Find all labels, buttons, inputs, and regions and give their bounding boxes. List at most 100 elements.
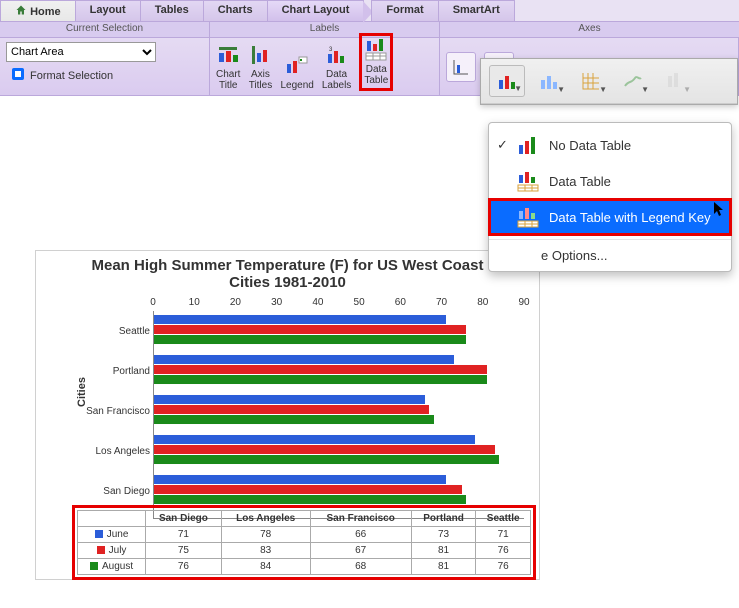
legend-button[interactable]: Legend (280, 54, 313, 91)
x-tick: 30 (271, 297, 282, 308)
chart-element-select[interactable]: Chart Area (6, 42, 156, 62)
table-cell: 76 (476, 559, 531, 575)
axes-popout-btn-4[interactable]: ▼ (615, 65, 651, 97)
chart-category-row: San Francisco (154, 393, 524, 429)
tab-layout[interactable]: Layout (75, 0, 141, 21)
chevron-down-icon: ▼ (641, 85, 649, 94)
x-tick: 60 (395, 297, 406, 308)
x-tick: 20 (230, 297, 241, 308)
category-label: Seattle (37, 326, 150, 337)
chart-area[interactable]: Mean High Summer Temperature (F) for US … (35, 250, 540, 580)
x-tick: 70 (436, 297, 447, 308)
dd-label: No Data Table (549, 138, 631, 153)
data-table-label: Data Table (364, 64, 388, 86)
legend-label: Legend (280, 80, 313, 91)
tab-label: Format (386, 4, 423, 16)
format-selection-button[interactable]: Format Selection (6, 64, 203, 87)
chart-title-label: Chart Title (216, 69, 240, 91)
table-cell: 81 (411, 559, 476, 575)
axis-titles-button[interactable]: Axis Titles (248, 43, 272, 91)
axes-popout-btn-3[interactable]: ▼ (573, 65, 609, 97)
data-labels-button[interactable]: 3 Data Labels (322, 43, 351, 91)
table-header: Los Angeles (221, 511, 310, 527)
chart-title-icon (216, 43, 240, 67)
bar-june (154, 315, 446, 324)
format-selection-label: Format Selection (30, 70, 113, 82)
table-cell: 81 (411, 543, 476, 559)
bar-chart-table-icon (517, 170, 539, 192)
tab-label: Chart Layout (282, 4, 350, 16)
table-row: August7684688176 (78, 559, 531, 575)
axis-titles-label: Axis Titles (249, 69, 273, 91)
chevron-down-icon: ▼ (514, 84, 522, 93)
chart-category-row: San Diego (154, 473, 524, 509)
data-table-button[interactable]: Data Table (359, 33, 393, 91)
bar-july (154, 405, 429, 414)
table-header: San Diego (146, 511, 222, 527)
x-tick: 0 (150, 297, 156, 308)
table-cell: 67 (310, 543, 411, 559)
dd-no-data-table[interactable]: ✓ No Data Table (489, 127, 731, 163)
table-header: San Francisco (310, 511, 411, 527)
chart-title: Mean High Summer Temperature (F) for US … (36, 251, 539, 293)
x-tick: 40 (312, 297, 323, 308)
table-row: July7583678176 (78, 543, 531, 559)
tab-smartart[interactable]: SmartArt (438, 0, 515, 21)
tab-format[interactable]: Format (371, 0, 438, 21)
tab-home[interactable]: Home (0, 0, 76, 21)
bar-august (154, 455, 499, 464)
group-axes: Axes (440, 22, 739, 37)
axes-popout-btn-5[interactable]: ▼ (657, 65, 693, 97)
chevron-down-icon: ▼ (557, 85, 565, 94)
chart-category-row: Seattle (154, 313, 524, 349)
tab-label: Charts (218, 4, 253, 16)
svg-text:3: 3 (329, 47, 333, 53)
axes-popout-btn-2[interactable]: ▼ (531, 65, 567, 97)
bar-july (154, 445, 495, 454)
axes-button[interactable] (446, 52, 476, 82)
tab-tables[interactable]: Tables (140, 0, 204, 21)
chart-category-row: Los Angeles (154, 433, 524, 469)
table-cell: 76 (476, 543, 531, 559)
table-header: Portland (411, 511, 476, 527)
table-cell: 66 (310, 527, 411, 543)
bar-june (154, 475, 446, 484)
chart-data-table: San DiegoLos AngelesSan FranciscoPortlan… (77, 510, 531, 575)
x-axis-ticks: 0102030405060708090 (153, 297, 524, 311)
table-cell: 71 (476, 527, 531, 543)
ribbon-tabs: Home Layout Tables Charts Chart Layout F… (0, 0, 739, 22)
table-row-header: June (78, 527, 146, 543)
group-current-selection-body: Chart Area Format Selection (0, 38, 210, 95)
chevron-down-icon: ▼ (683, 85, 691, 94)
table-cell: 71 (146, 527, 222, 543)
category-label: San Diego (37, 486, 150, 497)
table-row: June7178667371 (78, 527, 531, 543)
dd-data-table[interactable]: Data Table (489, 163, 731, 199)
tab-charts[interactable]: Charts (203, 0, 268, 21)
tab-chart-layout[interactable]: Chart Layout (267, 0, 365, 21)
bar-july (154, 485, 462, 494)
dd-options[interactable]: e Options... (489, 239, 731, 267)
table-row-header: July (78, 543, 146, 559)
bar-august (154, 335, 466, 344)
table-cell: 78 (221, 527, 310, 543)
x-tick: 90 (518, 297, 529, 308)
chart-title-button[interactable]: Chart Title (216, 43, 240, 91)
table-header: Seattle (476, 511, 531, 527)
bar-july (154, 325, 466, 334)
group-labels-body: Chart Title Axis Titles Legend 3 Data La… (210, 38, 440, 95)
axes-popout-btn-1[interactable]: ▼ (489, 65, 525, 97)
bar-august (154, 415, 434, 424)
table-cell: 75 (146, 543, 222, 559)
category-label: San Francisco (37, 406, 150, 417)
dd-data-table-legend[interactable]: Data Table with Legend Key (489, 199, 731, 235)
bar-july (154, 365, 487, 374)
data-table-dropdown: ✓ No Data Table Data Table Data Table wi… (488, 122, 732, 272)
axes-toolbar-popout: ▼ ▼ ▼ ▼ ▼ (480, 58, 738, 105)
home-icon (15, 6, 30, 18)
group-labels: Labels (210, 22, 440, 37)
table-cell: 68 (310, 559, 411, 575)
x-tick: 10 (189, 297, 200, 308)
table-row-header: August (78, 559, 146, 575)
tab-label: SmartArt (453, 4, 500, 16)
